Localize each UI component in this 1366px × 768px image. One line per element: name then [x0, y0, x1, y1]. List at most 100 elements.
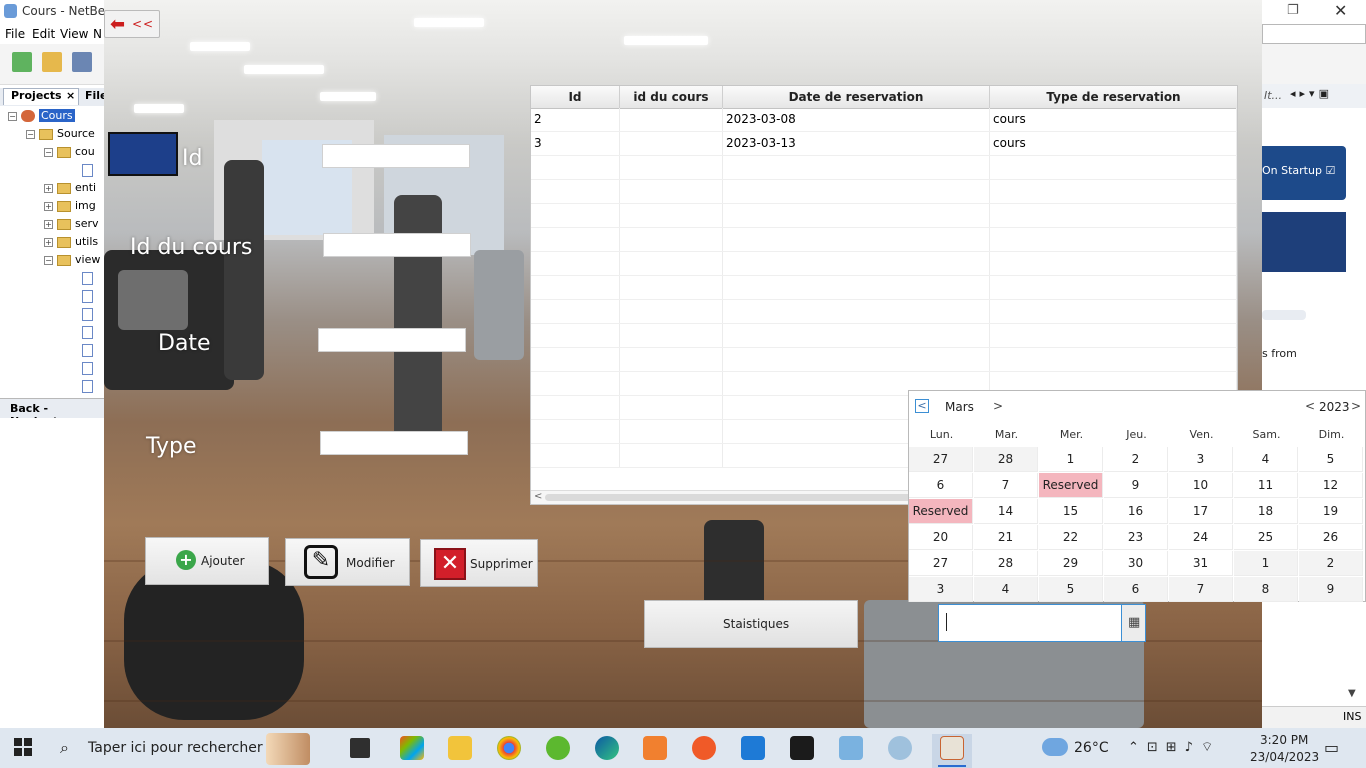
tree-file[interactable]: [82, 271, 93, 285]
collapse-icon[interactable]: −: [44, 147, 53, 157]
datepicker-input[interactable]: [938, 604, 1122, 642]
calendar-day[interactable]: 2: [1299, 551, 1363, 576]
calendar-day[interactable]: 28: [974, 447, 1038, 472]
weather-icon[interactable]: [1042, 738, 1068, 756]
scroll-left-icon[interactable]: <: [534, 491, 542, 502]
calendar-day[interactable]: 16: [1104, 499, 1168, 524]
calendar-day[interactable]: 6: [909, 473, 973, 498]
calendar-day-reserved[interactable]: Reserved: [1039, 473, 1103, 498]
taskbar-search[interactable]: Taper ici pour rechercher: [88, 740, 263, 756]
new-project-icon[interactable]: [42, 52, 62, 72]
empty-table-row[interactable]: [531, 228, 1237, 252]
calendar-day[interactable]: 25: [1234, 525, 1298, 550]
calendar-icon[interactable]: ▦: [1128, 615, 1140, 630]
calendar-day[interactable]: 5: [1299, 447, 1363, 472]
tab-projects-close-icon[interactable]: ×: [66, 89, 75, 102]
calendar-day[interactable]: 7: [974, 473, 1038, 498]
empty-table-row[interactable]: [531, 180, 1237, 204]
netbeans-search-field[interactable]: [1262, 24, 1366, 44]
xampp-icon[interactable]: [643, 736, 667, 760]
tree-file[interactable]: [82, 289, 93, 303]
checkbox-checked-icon[interactable]: ☑: [1325, 164, 1335, 177]
scroll-down-icon[interactable]: ▼: [1348, 688, 1356, 699]
collapse-icon[interactable]: −: [8, 111, 17, 121]
weather-temperature[interactable]: 26°C: [1074, 740, 1109, 756]
tree-file[interactable]: [82, 343, 93, 357]
menu-navigate[interactable]: N: [93, 27, 102, 41]
clock-date[interactable]: 23/04/2023: [1250, 750, 1319, 764]
calendar-day[interactable]: 18: [1234, 499, 1298, 524]
calendar-day[interactable]: 22: [1039, 525, 1103, 550]
tab-navigation-icons[interactable]: ◂▸▾▣: [1290, 87, 1333, 100]
notification-icon[interactable]: ▭: [1324, 738, 1339, 757]
calendar-popup[interactable]: < Mars > < 2023 > Lun. Mar. Mer. Jeu. Ven. Sa…: [908, 390, 1366, 602]
calendar-day[interactable]: 21: [974, 525, 1038, 550]
calendar-day[interactable]: 14: [974, 499, 1038, 524]
calendar-day[interactable]: 3: [1169, 447, 1233, 472]
calendar-day[interactable]: 6: [1104, 577, 1168, 602]
scrollbar-thumb[interactable]: [545, 494, 925, 501]
empty-table-row[interactable]: [531, 348, 1237, 372]
column-header-type[interactable]: Type de reservation: [990, 86, 1237, 108]
tree-file[interactable]: [82, 325, 93, 339]
calendar-day[interactable]: 28: [974, 551, 1038, 576]
collapse-icon[interactable]: −: [44, 255, 53, 265]
terminal-icon[interactable]: [790, 736, 814, 760]
expand-icon[interactable]: +: [44, 237, 53, 247]
id-input[interactable]: [322, 144, 470, 168]
calendar-day[interactable]: 11: [1234, 473, 1298, 498]
empty-table-row[interactable]: [531, 252, 1237, 276]
empty-table-row[interactable]: [531, 276, 1237, 300]
tree-package[interactable]: + utils: [44, 235, 98, 248]
expand-icon[interactable]: +: [44, 183, 53, 193]
calendar-day[interactable]: 27: [909, 551, 973, 576]
postman-icon[interactable]: [692, 736, 716, 760]
calendar-day[interactable]: 24: [1169, 525, 1233, 550]
calendar-day[interactable]: 7: [1169, 577, 1233, 602]
empty-table-row[interactable]: [531, 156, 1237, 180]
system-tray-icons[interactable]: ⌃⊡⊞♪⌔: [1128, 739, 1221, 755]
calendar-day[interactable]: 8: [1234, 577, 1298, 602]
calendar-day[interactable]: 1: [1039, 447, 1103, 472]
tree-root[interactable]: − Cours: [8, 109, 75, 122]
next-year-icon[interactable]: >: [1351, 399, 1361, 413]
tree-file[interactable]: [82, 379, 93, 393]
calendar-day[interactable]: 31: [1169, 551, 1233, 576]
table-row[interactable]: 3 2023-03-13 cours: [531, 132, 1237, 156]
column-header-date[interactable]: Date de reservation: [723, 86, 990, 108]
vscode-icon[interactable]: [741, 736, 765, 760]
empty-table-row[interactable]: [531, 324, 1237, 348]
calendar-day[interactable]: 20: [909, 525, 973, 550]
clock-time[interactable]: 3:20 PM: [1260, 733, 1308, 747]
calendar-day[interactable]: 30: [1104, 551, 1168, 576]
calendar-day[interactable]: 2: [1104, 447, 1168, 472]
tree-package[interactable]: + enti: [44, 181, 96, 194]
calendar-day[interactable]: 9: [1299, 577, 1363, 602]
edge-icon[interactable]: [595, 736, 619, 760]
menu-edit[interactable]: Edit: [32, 27, 55, 41]
calendar-day[interactable]: 26: [1299, 525, 1363, 550]
expand-icon[interactable]: +: [44, 219, 53, 229]
back-arrow-icon[interactable]: ⬅: [110, 14, 125, 35]
java-app-icon[interactable]: [940, 736, 964, 760]
column-header-id-cours[interactable]: id du cours: [620, 86, 723, 108]
netbeans-taskbar-icon[interactable]: [888, 736, 912, 760]
search-icon[interactable]: ⌕: [60, 738, 69, 758]
file-explorer-icon[interactable]: [448, 736, 472, 760]
tree-file[interactable]: [82, 163, 93, 177]
microsoft-store-icon[interactable]: [400, 736, 424, 760]
empty-table-row[interactable]: [531, 204, 1237, 228]
editor-tab-label[interactable]: It...: [1264, 89, 1282, 102]
utorrent-icon[interactable]: [546, 736, 570, 760]
windows-start-icon[interactable]: [14, 738, 34, 758]
collapse-icon[interactable]: −: [26, 129, 35, 139]
calendar-day[interactable]: 10: [1169, 473, 1233, 498]
virtualbox-icon[interactable]: [839, 736, 863, 760]
maximize-icon[interactable]: ❐: [1287, 3, 1299, 18]
tree-file[interactable]: [82, 361, 93, 375]
expand-icon[interactable]: +: [44, 201, 53, 211]
chrome-icon[interactable]: [497, 736, 521, 760]
calendar-day[interactable]: 4: [1234, 447, 1298, 472]
new-file-icon[interactable]: [12, 52, 32, 72]
close-icon[interactable]: ✕: [1334, 1, 1347, 20]
